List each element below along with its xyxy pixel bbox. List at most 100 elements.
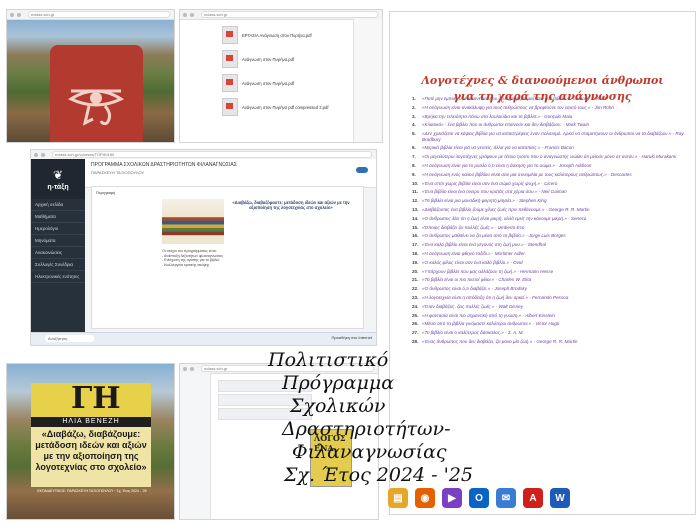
- quote-text: «Το βιβλίο είναι ο καλύτερος δάσκαλος.» …: [422, 330, 524, 336]
- window-dot[interactable]: [17, 12, 21, 17]
- window-dot[interactable]: [190, 12, 194, 17]
- title-line: Δραστηριοτήτων-: [282, 418, 451, 440]
- files-icon[interactable]: ▤: [388, 488, 408, 508]
- quote-text: «Ο άνθρωπος είναι ό,τι διαβάζει.» - Jose…: [422, 286, 528, 292]
- quote-number: 17.: [412, 242, 419, 248]
- quote-item: 13. «Διαβάζοντας ένα βιβλίο ζούμε χίλιες …: [412, 207, 690, 212]
- quote-item: 6. «Μερικά βιβλία είναι για να γευτείς, ά…: [412, 145, 690, 150]
- window-dot[interactable]: [34, 152, 38, 157]
- file-item[interactable]: Ανάγνωση στον Πυρήνα pdf compressed 2.pd…: [222, 98, 360, 116]
- address-bar[interactable]: eclass.sch.gr: [201, 11, 378, 18]
- window-dot[interactable]: [10, 12, 14, 17]
- quote-item: 24. «Όταν διαβάζεις, ζεις πολλές ζωές.» -…: [412, 304, 690, 309]
- firefox-icon[interactable]: ◉: [415, 488, 435, 508]
- course-title: ΠΡΟΓΡΑΜΜΑ ΣΧΟΛΙΚΩΝ ΔΡΑΣΤΗΡΙΟΤΗΤΩΝ ΦΙΛΑΝΑ…: [91, 162, 237, 168]
- system-tray[interactable]: Προσθήκη στο Internet: [331, 335, 372, 340]
- file-item[interactable]: Ανάγνωση στον Πυρήνα.pdf: [222, 50, 360, 68]
- mail-icon[interactable]: ✉: [496, 488, 516, 508]
- quote-text: «Υπάρχουν βιβλία που μας αλλάζουν τη ζωή…: [422, 268, 554, 274]
- sidebar-item[interactable]: Μηνύματα: [31, 235, 85, 247]
- sidebar-item[interactable]: Αρχική σελίδα: [31, 199, 85, 211]
- sidebar-item[interactable]: Συλλογές Συνέδρια: [31, 259, 85, 271]
- quote-item: 5. «Δεν χρειάζεται να κάψεις βιβλία για ν…: [412, 131, 690, 142]
- quote-number: 2.: [412, 104, 416, 110]
- poster-author: ΗΛΙΑ ΒΕΝΕΖΗ: [31, 417, 151, 427]
- quote-text: «Δεν χρειάζεται να κάψεις βιβλία για να …: [422, 131, 684, 142]
- quote-text: «Ένα σπίτι χωρίς βιβλία είναι σαν ένα σώ…: [422, 180, 558, 186]
- window-dot[interactable]: [190, 366, 194, 371]
- address-bar[interactable]: eclass.sch.gr/courses/TOPIKI180: [52, 151, 372, 158]
- quote-text: «Όταν διαβάζεις, ζεις πολλές ζωές.» - Wa…: [422, 303, 523, 309]
- quote-text: «Η ανάγνωση είναι για το μυαλό ό,τι είνα…: [422, 162, 592, 168]
- file-item[interactable]: Ανάγνωση στον Πυρήνα.pdf: [222, 74, 360, 92]
- course-header: ΠΡΟΓΡΑΜΜΑ ΣΧΟΛΙΚΩΝ ΔΡΑΣΤΗΡΙΟΤΗΤΩΝ ΦΙΛΑΝΑ…: [85, 159, 376, 188]
- acrobat-icon[interactable]: A: [523, 488, 543, 508]
- sidebar-item[interactable]: Μαθήματα: [31, 211, 85, 223]
- file-item[interactable]: ΕΡΓΑΣΙΑ Ανάγνωση στον Πυρήνα.pdf: [222, 26, 360, 44]
- quote-text: «Η ανάγνωση είναι φθηνό ταξίδι.» - Morti…: [422, 250, 525, 256]
- pdf-file-icon: [222, 98, 238, 116]
- quotes-list: 1. «Ποτέ μην εμπιστεύεστε κανέναν που δεν…: [412, 96, 690, 348]
- screenshot-eclass-course: eclass.sch.gr/courses/TOPIKI180 ❦ η-τάξη…: [31, 150, 376, 345]
- windows-taskbar: Αναζήτηση Προσθήκη στο Internet: [31, 332, 376, 345]
- visibility-toggle[interactable]: [356, 167, 368, 173]
- word-icon[interactable]: W: [550, 488, 570, 508]
- poster-title-block: ΓΗ: [31, 381, 151, 417]
- quote-number: 27.: [412, 330, 419, 336]
- screenshot-file-list: eclass.sch.gr ΕΡΓΑΣΙΑ Ανάγνωση στον Πυρή…: [180, 10, 382, 142]
- quote-text: «Τα βιβλία είναι οι πιο πιστοί φίλοι.» -…: [422, 277, 532, 283]
- quote-text: «Μέσα από τα βιβλία γινόμαστε καλύτεροι …: [422, 321, 560, 327]
- course-teacher: ΠΑΡΑΣΚΕΥΗ ΤΑΞΙΟΠΟΥΛΟΥ: [91, 170, 145, 175]
- quote-text: «Βρήκα την τελειότητα πάνω στα λουλούδια…: [422, 113, 573, 119]
- eye-of-horus-icon: [67, 89, 125, 126]
- screenshot-book-poster: ΓΗ ΗΛΙΑ ΒΕΝΕΖΗ «Διαβάζω, διαβάζουμε: μετ…: [7, 364, 174, 519]
- quote-text: «Όποιος διαβάζει ζει πολλές ζωές.» - Umb…: [422, 224, 525, 230]
- quote-item: 28. «Ένας άνθρωπος που δεν διαβάζει, ζει …: [412, 339, 690, 344]
- file-list: ΕΡΓΑΣΙΑ Ανάγνωση στον Πυρήνα.pdf Ανάγνωσ…: [222, 26, 360, 122]
- sidebar-item[interactable]: Ημερολόγιο: [31, 223, 85, 235]
- course-description-card: Περιγραφή «Διαβάζω, διαβαζόμαστε: μετάδο…: [91, 186, 364, 329]
- quote-text: «Ένα καλό βιβλίο είναι ένα γεγονός στη ζ…: [422, 242, 546, 248]
- quote-number: 13.: [412, 206, 419, 212]
- sidebar-item[interactable]: Ηλεκτρονικές ενότητες: [31, 271, 85, 283]
- quote-item: 4. «Κλασικό» - ένα βιβλίο που οι άνθρωποι…: [412, 122, 690, 127]
- sidebar-item[interactable]: Ανακοινώσεις: [31, 247, 85, 259]
- quote-number: 8.: [412, 162, 416, 168]
- quote-number: 18.: [412, 250, 419, 256]
- media-icon[interactable]: ▶: [442, 488, 462, 508]
- quote-number: 7.: [412, 154, 416, 160]
- quote-item: 15. «Όποιος διαβάζει ζει πολλές ζωές.» - …: [412, 225, 690, 230]
- program-title-overlay: Πολιτιστικό Πρόγραμμα Σχολικών Δραστηριο…: [268, 349, 488, 487]
- outlook-icon[interactable]: O: [469, 488, 489, 508]
- quote-number: 4.: [412, 122, 416, 128]
- pdf-file-icon: [222, 50, 238, 68]
- doc-title-line-1: Λογοτέχνες & διανοούμενοι άνθρωποι: [421, 74, 664, 87]
- quote-number: 15.: [412, 224, 419, 230]
- taskbar-dock: ▤ ◉ ▶ O ✉ A W: [388, 486, 570, 510]
- window-dot[interactable]: [183, 12, 187, 17]
- quote-number: 10.: [412, 180, 419, 186]
- poster-title: ΓΗ: [71, 381, 121, 416]
- quote-number: 16.: [412, 233, 419, 239]
- quote-text: «Τα βιβλία είναι μια μοναδική φορητή μαγ…: [422, 198, 547, 204]
- file-name: Ανάγνωση στον Πυρήνα.pdf: [242, 56, 295, 62]
- quote-number: 24.: [412, 303, 419, 309]
- quote-text: «Ο άνθρωπος λέει ότι η ζωή είναι μικρή, …: [422, 215, 587, 221]
- browser-bar: eclass.sch.gr: [180, 10, 382, 20]
- quote-item: 19. «Ο καλός φίλος είναι σαν ένα καλό βιβ…: [412, 260, 690, 265]
- quote-number: 26.: [412, 321, 419, 327]
- poster-quote-block: «Διαβάζω, διαβάζουμε: μετάδοση ιδεών και…: [31, 427, 151, 487]
- window-dot[interactable]: [183, 366, 187, 371]
- window-dot[interactable]: [41, 152, 45, 157]
- quote-text: «Κλασικό» - ένα βιβλίο που οι άνθρωποι ε…: [422, 122, 590, 128]
- address-bar[interactable]: eclass.sch.gr: [28, 11, 170, 18]
- eclass-logo[interactable]: ❦ η-τάξη: [31, 159, 85, 199]
- quote-item: 16. «Ο άνθρωπος μαθαίνει να ζει μέσα από …: [412, 233, 690, 238]
- quote-text: «Ο άνθρωπος μαθαίνει να ζει μέσα από τα …: [422, 233, 566, 239]
- taskbar-search[interactable]: Αναζήτηση: [45, 335, 94, 342]
- quote-item: 12. «Τα βιβλία είναι μια μοναδική φορητή …: [412, 198, 690, 203]
- quote-item: 23. «Η λογοτεχνία είναι η απόδειξη ότι η …: [412, 295, 690, 300]
- quote-number: 23.: [412, 294, 419, 300]
- pdf-file-icon: [222, 74, 238, 92]
- quote-item: 21. «Τα βιβλία είναι οι πιο πιστοί φίλοι.…: [412, 277, 690, 282]
